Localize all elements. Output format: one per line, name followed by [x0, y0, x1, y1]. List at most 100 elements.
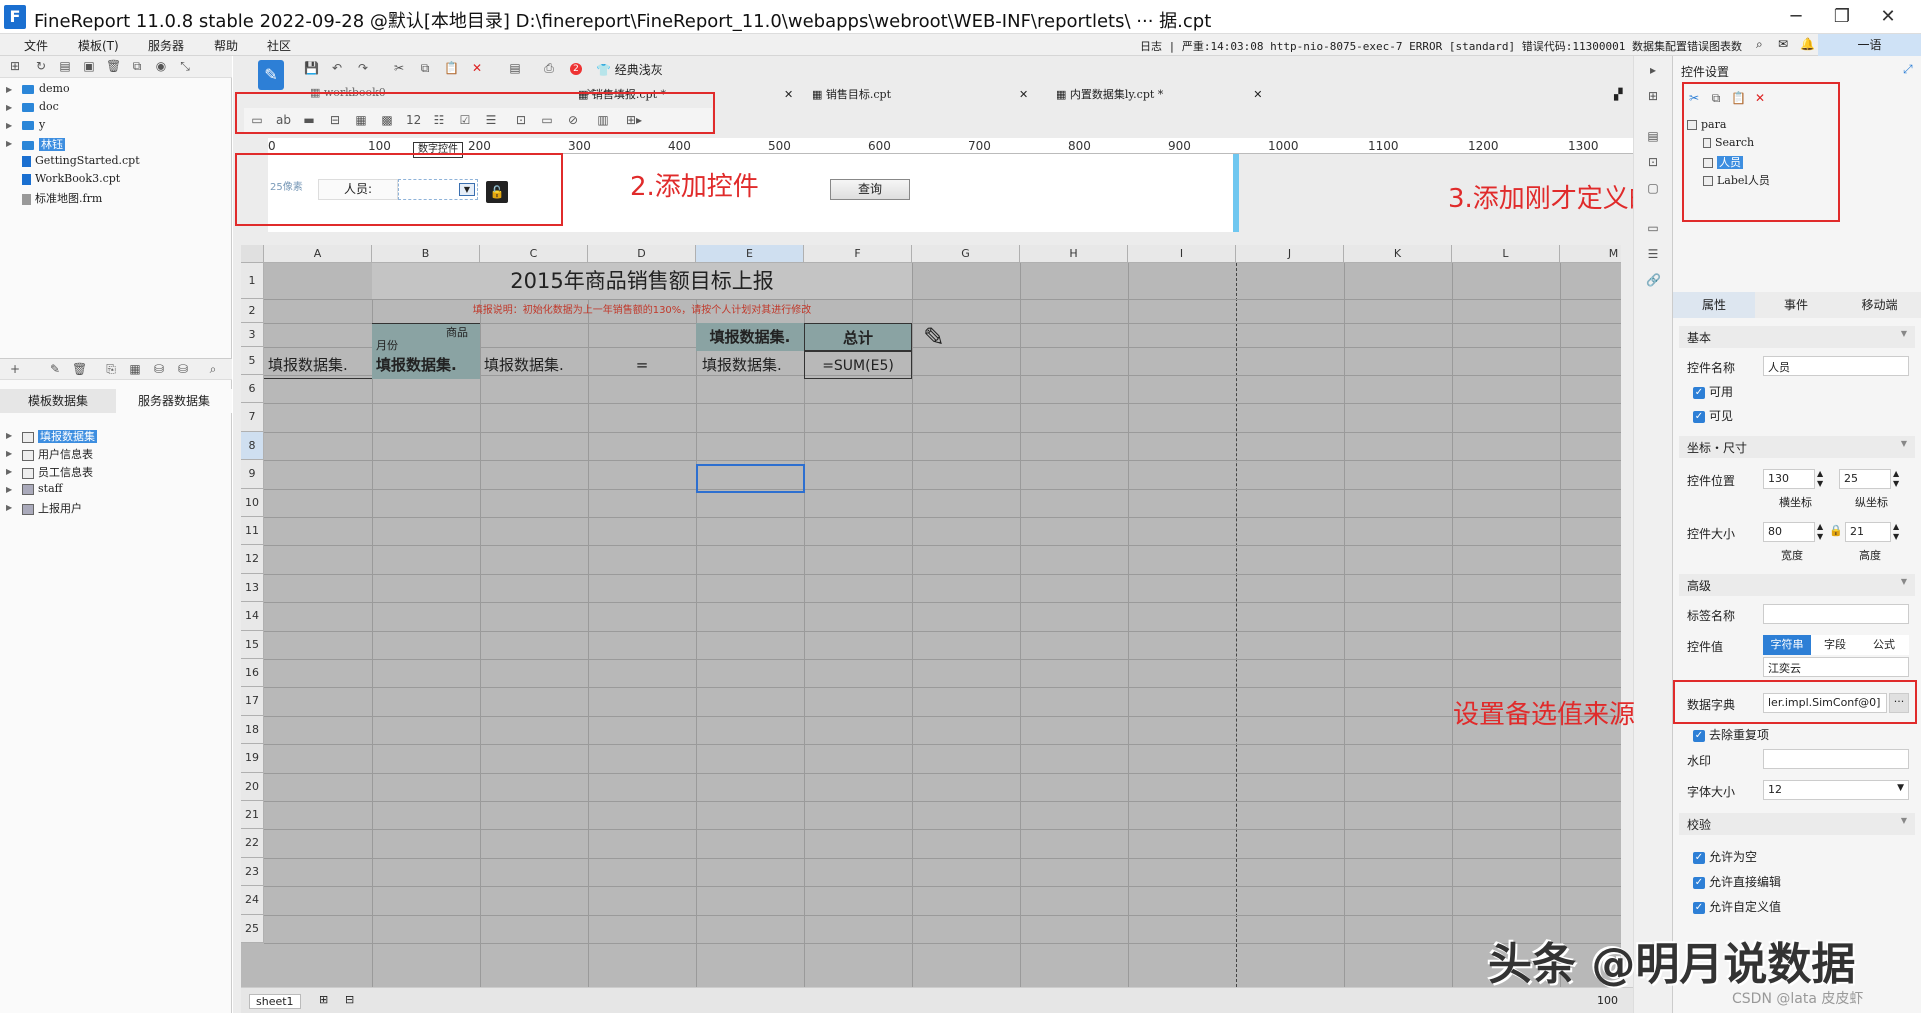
- column-header[interactable]: H: [1020, 245, 1128, 263]
- aspect-lock-icon[interactable]: 🔒: [1829, 524, 1843, 537]
- tagname-input[interactable]: [1763, 604, 1909, 624]
- classic-style-button[interactable]: 👕 经典浅灰: [596, 61, 663, 78]
- dataset-fill[interactable]: 填报数据集: [22, 428, 97, 444]
- allow-empty-checkbox[interactable]: ✓ 允许为空: [1693, 848, 1757, 865]
- row-header[interactable]: 25: [241, 914, 264, 943]
- column-header[interactable]: A: [264, 245, 372, 263]
- locate-icon[interactable]: ◉: [154, 60, 168, 73]
- search-dataset-icon[interactable]: ⌕: [206, 363, 220, 376]
- row-header[interactable]: 7: [241, 403, 264, 432]
- row-header[interactable]: 11: [241, 517, 264, 546]
- close-button[interactable]: ✕: [1868, 4, 1908, 30]
- query-button[interactable]: 查询: [830, 179, 910, 200]
- tree-item-workbook3[interactable]: WorkBook3.cpt: [22, 172, 120, 185]
- row-header[interactable]: 10: [241, 488, 264, 517]
- preview-toolbar-icon[interactable]: ⎙: [542, 62, 556, 75]
- column-header[interactable]: E: [696, 245, 804, 263]
- enabled-checkbox[interactable]: ✓ 可用: [1693, 383, 1733, 400]
- tab-properties[interactable]: 属性: [1673, 292, 1755, 318]
- row-header[interactable]: 9: [241, 460, 264, 489]
- row-header[interactable]: 14: [241, 602, 264, 631]
- visible-checkbox[interactable]: ✓ 可见: [1693, 407, 1733, 424]
- template-icon[interactable]: ▤: [508, 62, 522, 75]
- tab-template-datasets[interactable]: 模板数据集: [0, 389, 116, 413]
- copy-toolbar-icon[interactable]: ⧉: [418, 62, 432, 75]
- row-header[interactable]: 21: [241, 801, 264, 830]
- save-icon[interactable]: 💾: [304, 62, 319, 75]
- value-input[interactable]: 江奕云: [1763, 657, 1909, 677]
- row-header[interactable]: 1: [241, 263, 264, 299]
- restore-button[interactable]: ❐: [1822, 4, 1862, 30]
- cell-a5[interactable]: 填报数据集.: [264, 351, 372, 379]
- row-header[interactable]: 18: [241, 715, 264, 745]
- dataset-staff[interactable]: staff: [22, 482, 62, 495]
- tree-item-doc[interactable]: doc: [22, 100, 59, 113]
- row-header[interactable]: 3: [241, 323, 264, 347]
- tree-item-gettingstarted[interactable]: GettingStarted.cpt: [22, 154, 140, 167]
- expand-icon[interactable]: ▸: [1646, 64, 1660, 77]
- open-icon[interactable]: ▤: [58, 60, 72, 73]
- style-icon[interactable]: ⊡: [1646, 156, 1660, 169]
- cell-c5[interactable]: 填报数据集.: [480, 351, 588, 379]
- header-total[interactable]: 总计: [804, 323, 912, 351]
- template-mode-icon[interactable]: ✎: [258, 60, 284, 90]
- add-dataset-icon[interactable]: +: [8, 363, 22, 376]
- column-header[interactable]: B: [372, 245, 480, 263]
- tab-server-datasets[interactable]: 服务器数据集: [116, 389, 232, 413]
- pos-y-input[interactable]: 25: [1839, 469, 1891, 489]
- row-header[interactable]: 19: [241, 744, 264, 773]
- tab-menu-icon[interactable]: ▞: [1614, 88, 1622, 101]
- row-header[interactable]: 15: [241, 630, 264, 659]
- watermark-input[interactable]: [1763, 749, 1909, 769]
- sheet-title[interactable]: 2015年商品销售额目标上报: [372, 263, 912, 299]
- preview-icon[interactable]: ⎘: [104, 363, 118, 376]
- spreadsheet-grid[interactable]: A B C D E F G H I J K L M 1 2 3 5 6 7 8 9 10 11 12 13 14 15 16 17 18 1…: [241, 245, 1621, 987]
- column-header[interactable]: L: [1452, 245, 1560, 263]
- add-sheet-icon[interactable]: ⊞: [319, 993, 328, 1006]
- hyperlink-icon[interactable]: 🔗: [1646, 274, 1661, 287]
- add-form-icon[interactable]: ⊟: [345, 993, 354, 1006]
- column-header[interactable]: M: [1560, 245, 1621, 263]
- menu-file[interactable]: 文件: [24, 37, 48, 54]
- remove-dataset-icon[interactable]: 🗑: [72, 363, 87, 376]
- section-validation[interactable]: 校验 ▼: [1679, 813, 1915, 835]
- copy-icon[interactable]: ⧉: [130, 60, 144, 73]
- redo-icon[interactable]: ↷: [356, 62, 370, 75]
- column-header[interactable]: J: [1236, 245, 1344, 263]
- section-advanced[interactable]: 高级 ▼: [1679, 574, 1915, 596]
- delete-icon[interactable]: 🗑: [106, 60, 121, 73]
- notification-badge-icon[interactable]: 2: [570, 63, 582, 75]
- dataset-employee[interactable]: 员工信息表: [22, 464, 93, 480]
- pin-icon[interactable]: ⤢: [1903, 62, 1913, 77]
- collapse-icon[interactable]: ⤡: [178, 60, 192, 73]
- row-header[interactable]: 12: [241, 545, 264, 574]
- row-header[interactable]: 5: [241, 347, 264, 375]
- zoom-value[interactable]: 100: [1597, 994, 1618, 1007]
- undo-icon[interactable]: ↶: [330, 62, 344, 75]
- cell-b5[interactable]: 填报数据集.: [372, 351, 480, 379]
- message-icon[interactable]: ✉: [1778, 37, 1788, 51]
- sheet-tab[interactable]: sheet1: [249, 994, 301, 1009]
- width-stepper-icon[interactable]: ▲ ▼: [1817, 522, 1823, 542]
- search-icon[interactable]: ⌕: [1756, 37, 1763, 52]
- grid-corner[interactable]: [241, 245, 264, 263]
- value-type-string[interactable]: 字符串: [1763, 635, 1811, 655]
- paste-icon[interactable]: 📋: [444, 62, 459, 75]
- dataset-reportuser[interactable]: 上报用户: [22, 500, 82, 516]
- dataset-userinfo[interactable]: 用户信息表: [22, 446, 93, 462]
- cell-d5[interactable]: =: [588, 351, 696, 379]
- tree-item-y[interactable]: y: [22, 118, 45, 131]
- cut-icon[interactable]: ✂: [392, 62, 406, 75]
- height-input[interactable]: 21: [1845, 522, 1891, 542]
- row-header[interactable]: 13: [241, 573, 264, 603]
- allow-custom-checkbox[interactable]: ✓ 允许自定义值: [1693, 898, 1781, 915]
- column-header[interactable]: I: [1128, 245, 1236, 263]
- dedupe-checkbox[interactable]: ✓ 去除重复项: [1693, 726, 1769, 743]
- header-fill-e3[interactable]: 填报数据集.: [696, 323, 804, 351]
- allow-edit-checkbox[interactable]: ✓ 允许直接编辑: [1693, 873, 1781, 890]
- tree-item-demo[interactable]: demo: [22, 82, 70, 95]
- column-header[interactable]: K: [1344, 245, 1452, 263]
- list-icon[interactable]: ☰: [1646, 248, 1660, 261]
- edit-dataset-icon[interactable]: ✎: [48, 363, 62, 376]
- tab-sales-target[interactable]: ▦ 销售目标.cpt ✕: [812, 86, 1028, 106]
